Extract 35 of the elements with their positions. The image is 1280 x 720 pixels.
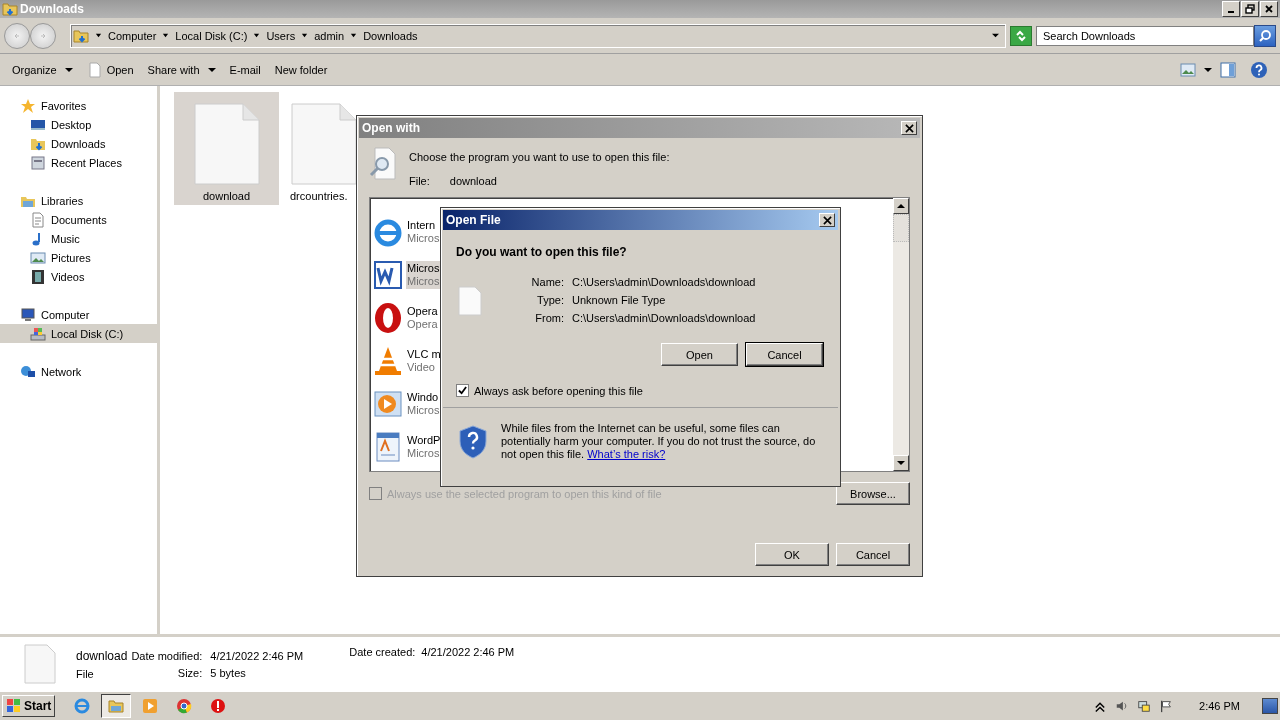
program-name: WordP: [407, 433, 441, 447]
field-label: Type:: [536, 294, 564, 306]
field-label: Date created:: [349, 646, 416, 658]
file-name: download: [76, 648, 128, 663]
field-value: C:\Users\admin\Downloads\download: [572, 312, 756, 324]
field-label: File:: [409, 175, 430, 187]
field-value: 4/21/2022 2:46 PM: [421, 646, 515, 658]
program-name: Opera: [407, 304, 438, 318]
program-name: Intern: [407, 218, 437, 232]
warning-text: While files from the Internet can be useful, some files can potentially harm your computer. If you do not trust the source, do not open this file. What’s the risk?: [501, 422, 817, 461]
program-publisher: Micros: [407, 231, 440, 245]
field-label: From:: [534, 312, 564, 324]
program-name: VLC m: [407, 347, 441, 361]
program-publisher: Micros: [407, 274, 440, 288]
prompt-text: Choose the program you want to use to open this file:: [409, 151, 670, 163]
field-value: C:\Users\admin\Downloads\download: [572, 276, 756, 288]
field-label: Date modified:: [131, 649, 203, 662]
program-name: Micros: [407, 261, 440, 275]
program-publisher: Micros: [407, 446, 441, 460]
field-value: 5 bytes: [210, 666, 247, 679]
window-title: Downloads: [20, 2, 84, 16]
file-type: File: [76, 667, 95, 680]
program-publisher: Opera: [407, 317, 438, 331]
program-publisher: Video: [407, 360, 436, 374]
field-value: 4/21/2022 2:46 PM: [210, 649, 304, 662]
field-value: Unknown File Type: [572, 294, 667, 306]
field-value: download: [449, 175, 497, 187]
field-label: Size:: [176, 666, 203, 679]
dialog-question: Do you want to open this file?: [456, 245, 628, 259]
dialog-title: Open with: [362, 121, 420, 135]
program-name: Windo: [407, 390, 440, 404]
dialog-title: Open File: [446, 213, 501, 227]
checkbox-label: Always ask before opening this file: [474, 384, 643, 397]
field-label: Name:: [530, 276, 564, 288]
program-publisher: Micros: [407, 403, 440, 417]
